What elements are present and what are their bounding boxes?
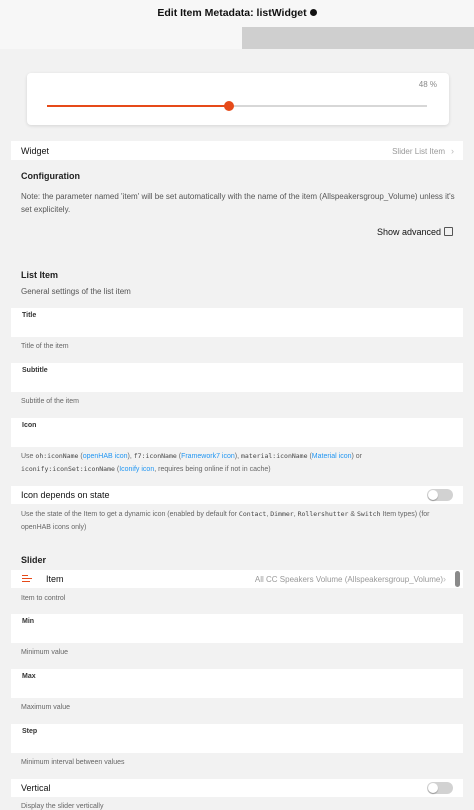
tab-left[interactable] <box>0 27 242 49</box>
show-advanced-control[interactable]: Show advanced <box>377 227 453 237</box>
icon-depends-on-state-label: Icon depends on state <box>21 490 110 500</box>
tab-bar <box>0 27 474 49</box>
item-row-label: Item <box>46 574 64 584</box>
slider-value-label: 48 % <box>418 80 437 89</box>
toggle-knob <box>428 783 438 793</box>
min-field-label: Min <box>22 618 35 625</box>
slider-fill <box>47 105 230 107</box>
step-field[interactable]: Step <box>11 724 463 753</box>
vertical-row: Vertical <box>11 779 463 797</box>
openhab-icon-link[interactable]: openHAB icon <box>83 453 128 460</box>
step-field-hint: Minimum interval between values <box>21 759 125 766</box>
vertical-hint: Display the slider vertically <box>21 803 104 810</box>
widget-preview-card: 48 % <box>27 73 449 125</box>
list-item-subheading: General settings of the list item <box>21 287 131 296</box>
unsaved-indicator-icon <box>309 8 317 16</box>
window-titlebar: Edit Item Metadata: listWidget <box>0 0 474 27</box>
subtitle-field[interactable]: Subtitle <box>11 363 463 392</box>
code-oh: oh:iconName <box>35 452 79 460</box>
subtitle-field-hint: Subtitle of the item <box>21 398 79 405</box>
configuration-heading: Configuration <box>21 171 80 181</box>
item-selector-row[interactable]: Item All CC Speakers Volume (Allspeakers… <box>11 570 463 588</box>
code-material: material:iconName <box>240 452 308 460</box>
widget-row-label: Widget <box>21 146 50 156</box>
icon-field[interactable]: Icon <box>11 418 463 447</box>
icon-depends-on-state-toggle[interactable] <box>427 489 453 501</box>
code-iconify: iconify:iconSet:iconName <box>21 465 115 473</box>
title-field[interactable]: Title <box>11 308 463 337</box>
scrollbar-thumb[interactable] <box>455 571 460 587</box>
list-item-heading: List Item <box>21 270 59 280</box>
widget-row-value: Slider List Item <box>392 147 445 156</box>
widget-selector-row[interactable]: Widget Slider List Item › <box>11 141 463 160</box>
material-icon-link[interactable]: Material icon <box>312 453 352 460</box>
toggle-knob <box>428 490 438 500</box>
title-field-label: Title <box>22 312 37 319</box>
icon-field-label: Icon <box>22 422 37 429</box>
slider-knob[interactable] <box>224 101 235 111</box>
code-f7: f7:iconName <box>133 452 177 460</box>
list-icon <box>22 575 32 583</box>
framework7-icon-link[interactable]: Framework7 icon <box>181 453 235 460</box>
tab-right-active[interactable] <box>242 27 474 49</box>
max-field-hint: Maximum value <box>21 704 71 711</box>
title-field-hint: Title of the item <box>21 343 69 350</box>
subtitle-field-label: Subtitle <box>22 367 48 374</box>
iconify-icon-link[interactable]: Iconify icon <box>119 466 154 473</box>
vertical-label: Vertical <box>21 783 51 793</box>
icon-field-hint: Use oh:iconName (openHAB icon), f7:iconN… <box>21 452 362 473</box>
vertical-toggle[interactable] <box>427 782 453 794</box>
show-advanced-checkbox[interactable] <box>444 227 453 237</box>
show-advanced-label: Show advanced <box>376 227 441 237</box>
item-row-value: All CC Speakers Volume (Allspeakersgroup… <box>254 575 443 584</box>
preview-slider[interactable] <box>47 101 427 111</box>
configuration-note: Note: the parameter named 'item' will be… <box>21 192 455 214</box>
max-field-label: Max <box>22 673 36 680</box>
icon-depends-on-state-row: Icon depends on state <box>11 486 463 504</box>
max-field[interactable]: Max <box>11 669 463 698</box>
chevron-right-icon: › <box>451 146 454 156</box>
min-field[interactable]: Min <box>11 614 463 643</box>
slider-heading: Slider <box>21 555 47 565</box>
chevron-right-icon: › <box>443 574 446 584</box>
min-field-hint: Minimum value <box>21 649 69 656</box>
step-field-label: Step <box>22 728 38 735</box>
item-row-hint: Item to control <box>21 595 66 602</box>
window-title: Edit Item Metadata: listWidget <box>157 7 307 19</box>
icon-depends-on-state-hint: Use the state of the Item to get a dynam… <box>21 510 430 531</box>
